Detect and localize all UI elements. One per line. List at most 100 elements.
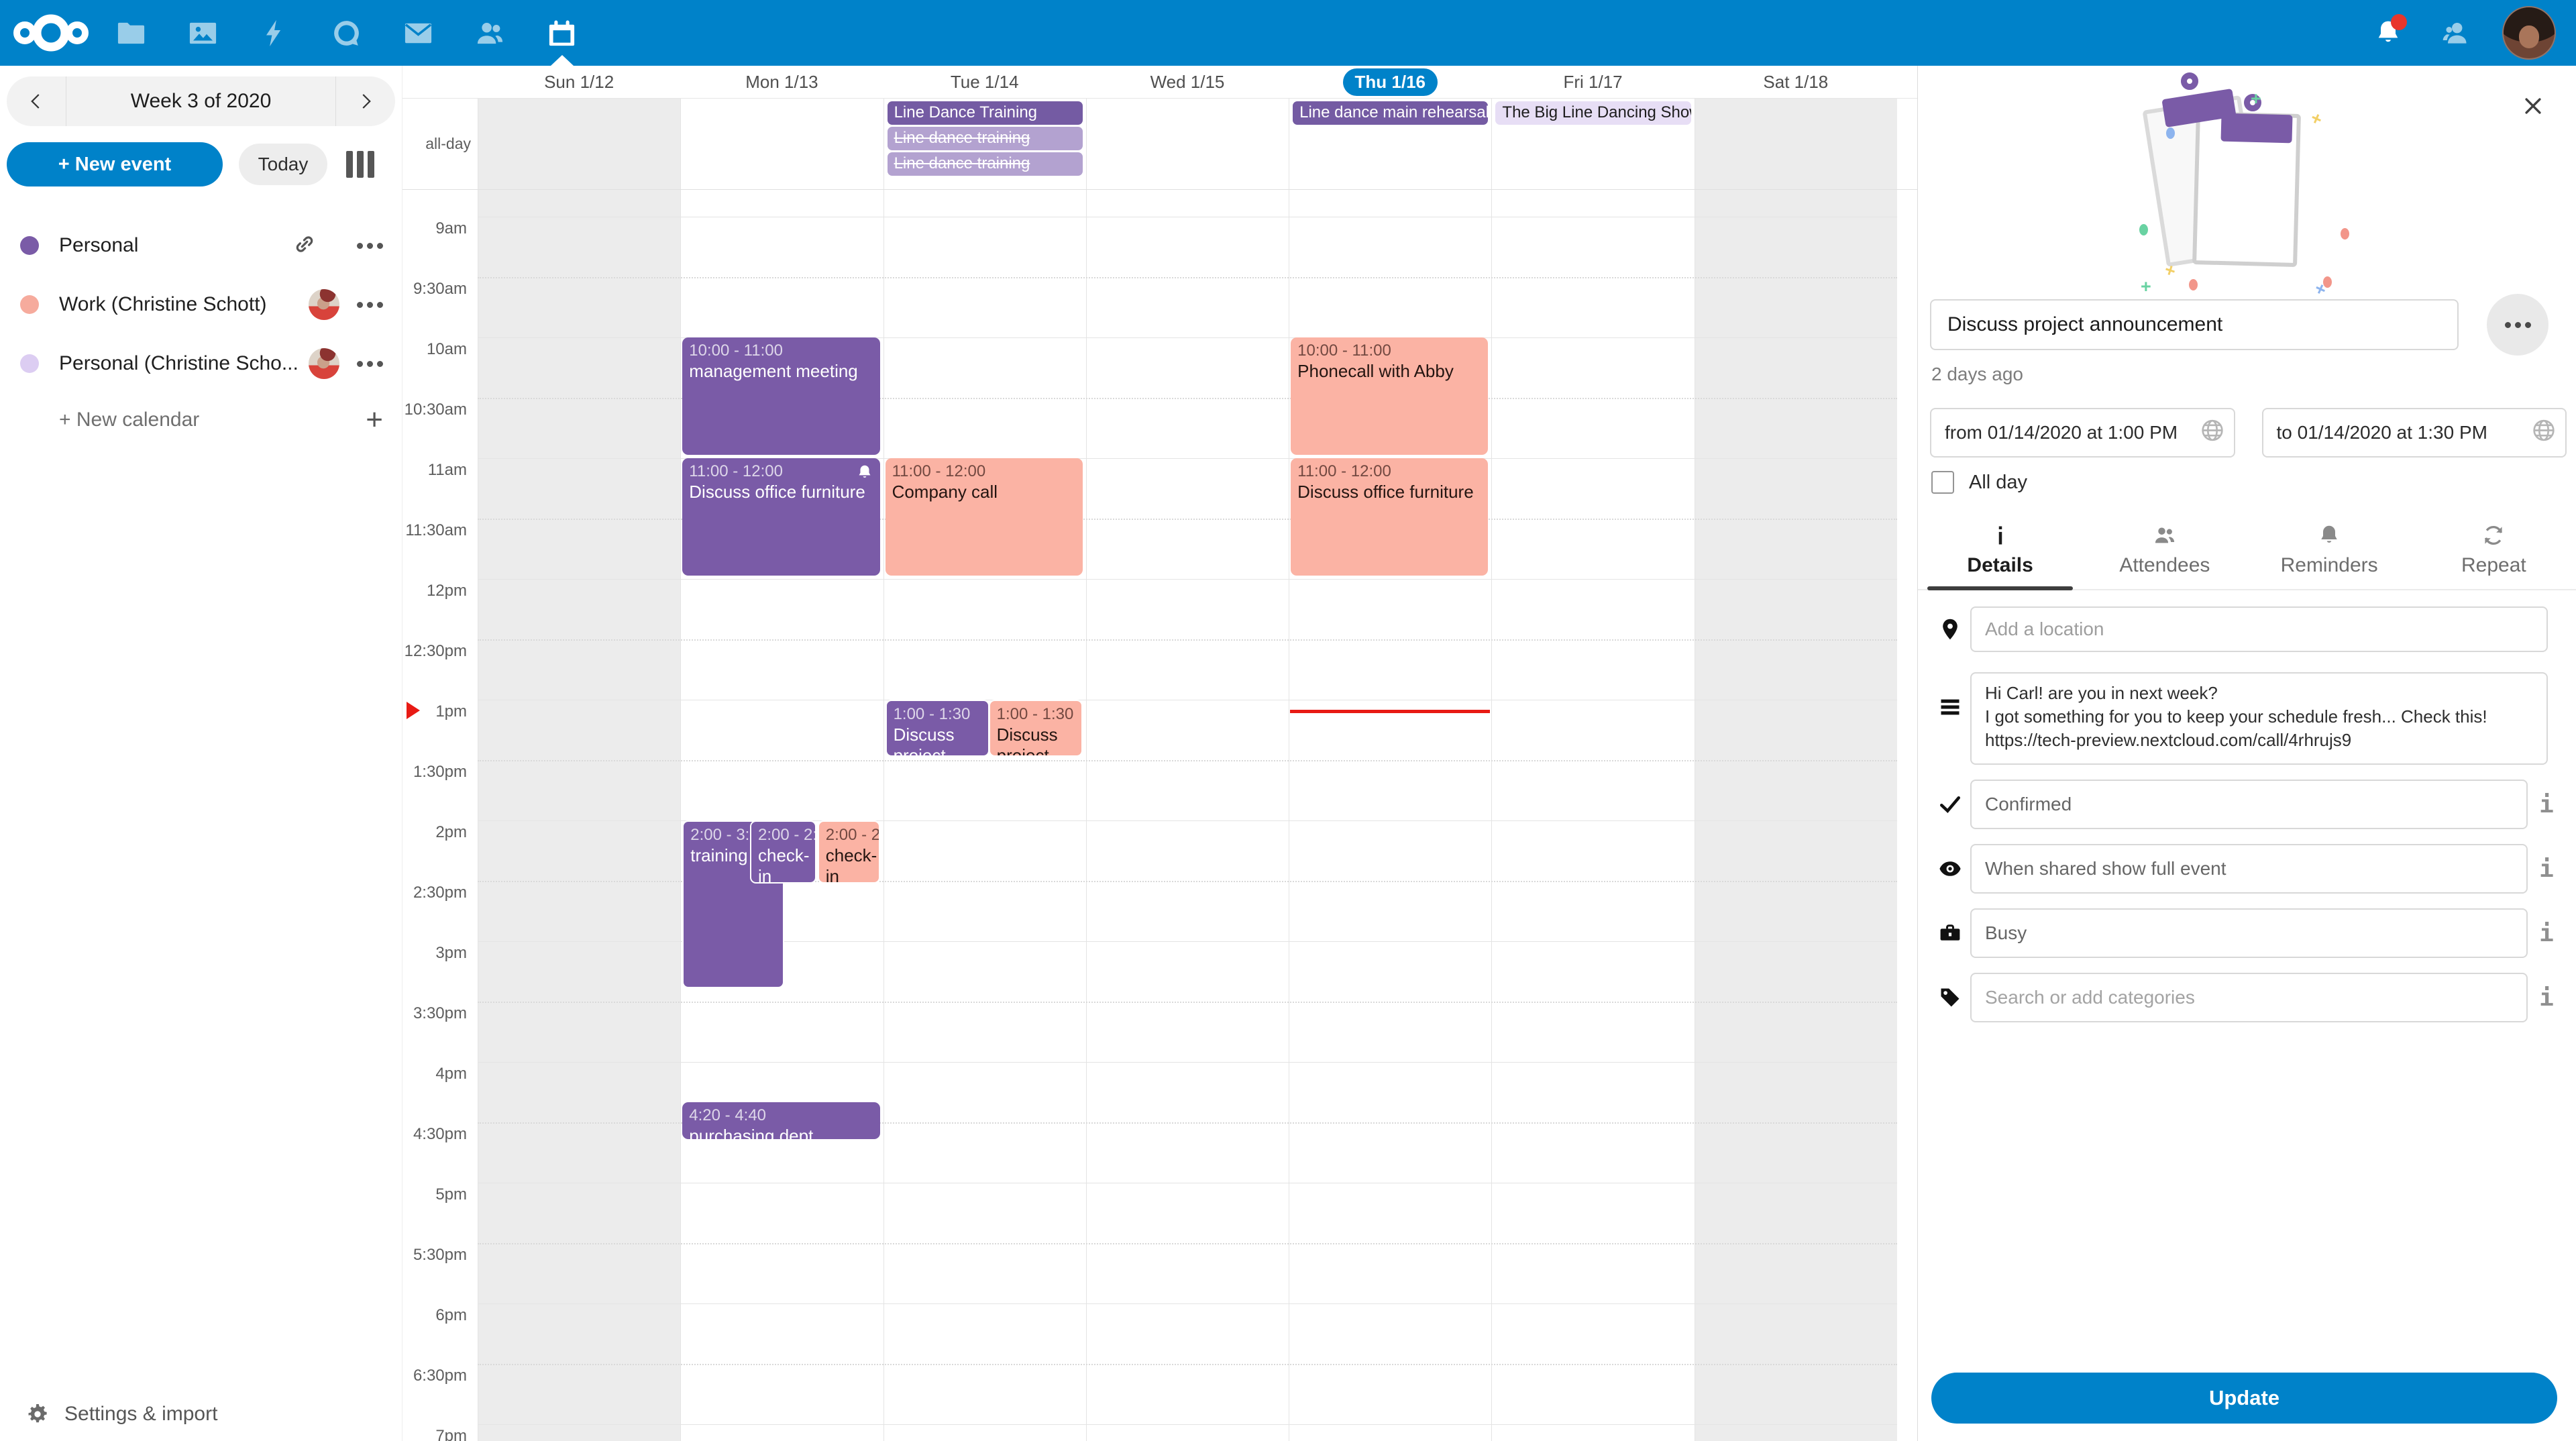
info-icon[interactable]: i <box>2528 855 2565 883</box>
calendar-event[interactable]: 11:00 - 12:00Company call <box>885 458 1083 576</box>
contacts-menu-icon[interactable] <box>2435 13 2475 53</box>
user-avatar[interactable] <box>2502 6 2556 60</box>
next-week-button[interactable] <box>336 76 395 126</box>
day-label: Tue 1/14 <box>951 72 1019 93</box>
property-select-tag[interactable]: Search or add categories <box>1970 973 2528 1022</box>
activity-app-icon[interactable] <box>239 0 311 66</box>
property-select-briefcase[interactable]: Busy <box>1970 908 2528 958</box>
check-icon <box>1935 792 1965 816</box>
time-label: 12:30pm <box>402 642 467 661</box>
tab-details[interactable]: Details <box>1918 514 2082 589</box>
start-date-picker[interactable]: from 01/14/2020 at 1:00 PM <box>1930 408 2235 458</box>
close-icon[interactable] <box>2514 87 2552 125</box>
calendar-event[interactable]: 11:00 - 12:00Discuss office furniture <box>682 458 879 576</box>
description-textarea[interactable]: Hi Carl! are you in next week? I got som… <box>1970 672 2548 765</box>
previous-week-button[interactable] <box>7 76 66 126</box>
today-button[interactable]: Today <box>239 144 327 185</box>
allday-cell-4[interactable]: Line dance main rehearsal <box>1289 99 1491 189</box>
timezone-globe-icon[interactable] <box>2199 417 2226 449</box>
allday-checkbox[interactable] <box>1931 471 1954 494</box>
photos-app-icon[interactable] <box>167 0 239 66</box>
tab-attendees[interactable]: Attendees <box>2082 514 2247 589</box>
day-header-0[interactable]: Sun 1/12 <box>478 66 680 98</box>
allday-event[interactable]: Line dance training <box>888 127 1083 150</box>
calendar-event[interactable]: 10:00 - 11:00management meeting <box>682 337 879 455</box>
allday-cell-0[interactable] <box>478 99 680 189</box>
allday-event[interactable]: Line Dance Training <box>888 101 1083 125</box>
calendar-event[interactable]: 1:00 - 1:30Discuss project announcement <box>885 700 989 757</box>
nextcloud-logo[interactable] <box>7 0 95 66</box>
allday-event[interactable]: The Big Line Dancing Show <box>1495 101 1690 125</box>
property-select-eye[interactable]: When shared show full event <box>1970 844 2528 894</box>
contacts-app-icon[interactable] <box>454 0 526 66</box>
calendar-event[interactable]: 10:00 - 11:00Phonecall with Abby <box>1291 337 1488 455</box>
week-label[interactable]: Week 3 of 2020 <box>66 76 336 126</box>
column-divider <box>680 190 681 1441</box>
grid-line <box>478 579 1897 580</box>
calendar-app-icon[interactable] <box>526 0 598 66</box>
grid-line <box>478 1424 1897 1425</box>
tab-repeat[interactable]: Repeat <box>2412 514 2576 589</box>
info-icon[interactable]: i <box>2528 791 2565 818</box>
time-label: 10am <box>402 340 467 359</box>
allday-cell-6[interactable] <box>1695 99 1897 189</box>
allday-event[interactable]: Line dance training <box>888 152 1083 176</box>
timezone-globe-icon[interactable] <box>2530 417 2557 449</box>
calendar-menu-button[interactable] <box>357 236 383 256</box>
view-switcher-icon[interactable] <box>346 151 374 178</box>
details-tab-icon <box>1988 523 2012 547</box>
grid-line <box>478 1243 1897 1244</box>
allday-event[interactable]: Line dance main rehearsal <box>1293 101 1488 125</box>
day-header-2[interactable]: Tue 1/14 <box>883 66 1086 98</box>
calendar-menu-button[interactable] <box>357 354 383 374</box>
more-options-button[interactable] <box>2487 294 2548 356</box>
location-input[interactable] <box>1970 606 2548 652</box>
sidebar-calendar-item-0[interactable]: Personal <box>0 216 402 275</box>
allday-cell-5[interactable]: The Big Line Dancing Show <box>1491 99 1694 189</box>
grid-line <box>478 1303 1897 1304</box>
info-icon[interactable]: i <box>2528 920 2565 947</box>
day-header-4[interactable]: Thu 1/16 <box>1289 66 1491 98</box>
day-header-1[interactable]: Mon 1/13 <box>680 66 883 98</box>
calendar-event[interactable]: 2:00 - 2:30check-in <box>750 820 816 884</box>
time-label: 3:30pm <box>402 1004 467 1023</box>
day-header-6[interactable]: Sat 1/18 <box>1695 66 1897 98</box>
end-date-picker[interactable]: to 01/14/2020 at 1:30 PM <box>2262 408 2567 458</box>
calendar-event[interactable]: 1:00 - 1:30Discuss project <box>989 700 1083 757</box>
briefcase-icon <box>1935 921 1965 945</box>
calendar-event[interactable]: 4:20 - 4:40purchasing dept <box>682 1102 879 1139</box>
shared-owner-avatar <box>309 289 339 320</box>
event-title-input[interactable] <box>1930 299 2459 350</box>
talk-app-icon[interactable] <box>311 0 382 66</box>
calendar-event[interactable]: 11:00 - 12:00Discuss office furniture <box>1291 458 1488 576</box>
gear-icon <box>25 1402 50 1426</box>
allday-cell-3[interactable] <box>1086 99 1289 189</box>
event-title-row <box>1918 288 2576 356</box>
new-calendar-button[interactable]: + New calendar + <box>0 393 402 447</box>
tab-reminders[interactable]: Reminders <box>2247 514 2412 589</box>
property-select-check[interactable]: Confirmed <box>1970 780 2528 829</box>
sidebar-calendar-item-1[interactable]: Work (Christine Schott) <box>0 275 402 334</box>
eye-icon <box>1935 857 1965 881</box>
files-app-icon[interactable] <box>95 0 167 66</box>
calendar-menu-button[interactable] <box>357 295 383 315</box>
allday-cell-1[interactable] <box>680 99 883 189</box>
day-header-3[interactable]: Wed 1/15 <box>1086 66 1289 98</box>
settings-import-button[interactable]: Settings & import <box>25 1402 217 1426</box>
allday-cell-2[interactable]: Line Dance TrainingLine dance trainingLi… <box>883 99 1086 189</box>
day-label: Sun 1/12 <box>544 72 614 93</box>
sidebar-calendar-item-2[interactable]: Personal (Christine Scho... <box>0 334 402 393</box>
calendar-color-dot <box>20 295 39 314</box>
update-button[interactable]: Update <box>1931 1373 2557 1424</box>
calendar-event[interactable]: 2:00 - 2:30check-in <box>818 820 880 884</box>
mail-app-icon[interactable] <box>382 0 454 66</box>
tag-icon <box>1935 985 1965 1010</box>
info-icon[interactable]: i <box>2528 984 2565 1012</box>
day-header-5[interactable]: Fri 1/17 <box>1491 66 1694 98</box>
new-event-button[interactable]: + New event <box>7 142 223 186</box>
notifications-bell-icon[interactable] <box>2368 13 2408 53</box>
share-link-icon[interactable] <box>292 232 317 260</box>
property-row-check: Confirmedi <box>1918 780 2576 829</box>
grid-line <box>478 1364 1897 1365</box>
time-label: 9:30am <box>402 280 467 299</box>
